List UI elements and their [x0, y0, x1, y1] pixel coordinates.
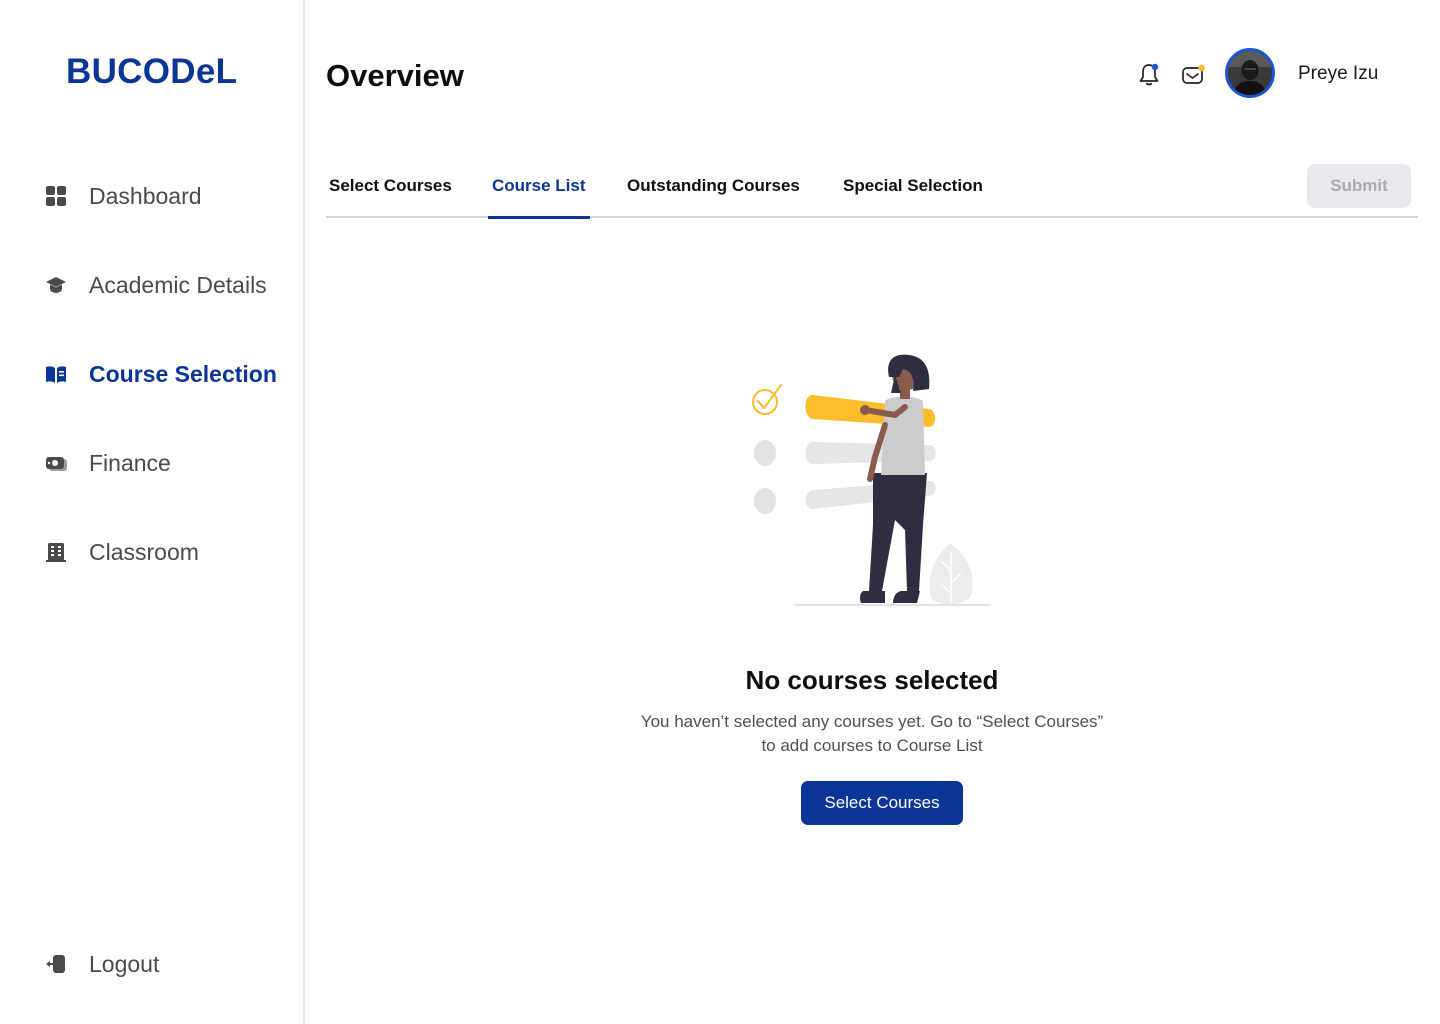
course-tabs: Select Courses Course List Outstanding C…	[326, 164, 1418, 219]
mail-icon[interactable]	[1181, 62, 1207, 88]
tab-course-list[interactable]: Course List	[488, 176, 590, 219]
sidebar-item-academic-details[interactable]: Academic Details	[44, 265, 267, 305]
tab-outstanding-courses[interactable]: Outstanding Courses	[627, 176, 800, 216]
submit-button[interactable]: Submit	[1307, 164, 1411, 208]
empty-state-description-line: to add courses to Course List	[761, 736, 983, 755]
dashboard-grid-icon	[44, 184, 68, 208]
sidebar-item-label: Finance	[89, 449, 171, 476]
app-logo[interactable]: BUCODeL	[66, 52, 237, 92]
sidebar-item-label: Dashboard	[89, 182, 202, 209]
graduation-cap-icon	[44, 273, 68, 297]
empty-state-illustration	[745, 345, 1005, 610]
empty-state-description-line: You haven’t selected any courses yet. Go…	[640, 712, 1104, 731]
tab-select-courses[interactable]: Select Courses	[329, 176, 452, 216]
sidebar-item-label: Academic Details	[89, 271, 267, 298]
sidebar-item-classroom[interactable]: Classroom	[44, 532, 199, 572]
money-icon	[44, 451, 68, 475]
page-title: Overview	[326, 58, 464, 93]
select-courses-button[interactable]: Select Courses	[801, 781, 963, 825]
open-book-icon	[44, 362, 68, 386]
sidebar-item-label: Classroom	[89, 538, 199, 565]
logout-label: Logout	[89, 950, 160, 977]
bell-icon[interactable]	[1137, 62, 1163, 88]
sidebar-item-finance[interactable]: Finance	[44, 443, 171, 483]
sidebar: BUCODeL Dashboard Academic Details Cours…	[0, 0, 305, 1024]
sidebar-item-label: Course Selection	[89, 360, 277, 387]
logout-button[interactable]: Logout	[44, 944, 159, 984]
user-name[interactable]: Preye Izu	[1298, 63, 1378, 85]
logout-icon	[44, 952, 68, 976]
empty-state-title: No courses selected	[745, 665, 999, 695]
building-icon	[44, 540, 68, 564]
sidebar-item-course-selection[interactable]: Course Selection	[44, 354, 277, 394]
tab-special-selection[interactable]: Special Selection	[843, 176, 983, 216]
empty-state-description: You haven’t selected any courses yet. Go…	[606, 710, 1138, 758]
sidebar-item-dashboard[interactable]: Dashboard	[44, 176, 202, 216]
avatar[interactable]	[1225, 48, 1275, 98]
